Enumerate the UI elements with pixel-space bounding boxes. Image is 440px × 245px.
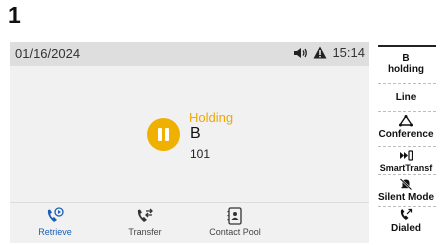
call-status: Holding (189, 110, 234, 125)
line-key-dialed[interactable]: Dialed (372, 208, 440, 234)
line-key-line-label: Line (395, 92, 417, 103)
hold-icon (147, 118, 180, 151)
contact-pool-button[interactable]: Contact Pool (190, 203, 280, 243)
retrieve-call-icon (45, 207, 65, 225)
transfer-button[interactable]: Transfer (100, 203, 190, 243)
phone-screen: 01/16/2024 15:14 Holding B 101 Retrieve … (10, 42, 369, 243)
line-key-name: B (402, 53, 410, 64)
line-key-b-holding[interactable]: B holding (372, 42, 440, 75)
caller-name: B (190, 125, 201, 142)
line-key-silent-mode[interactable]: Silent Mode (372, 177, 440, 203)
retrieve-button[interactable]: Retrieve (10, 203, 100, 243)
line-key-dialed-label: Dialed (390, 223, 421, 234)
active-line-indicator (378, 45, 436, 47)
line-key-state: holding (387, 64, 425, 75)
transfer-label: Transfer (128, 227, 162, 237)
conference-icon (398, 114, 414, 127)
call-info: Holding B 101 (10, 66, 369, 206)
step-number: 1 (8, 2, 21, 28)
silent-bell-icon (399, 178, 413, 191)
line-key-divider (378, 146, 436, 147)
dialed-call-icon (400, 208, 413, 220)
line-key-smarttransfer-label: SmartTransf (379, 163, 433, 173)
warning-icon (313, 46, 327, 59)
softkey-bar: Retrieve Transfer Contact Pool (10, 202, 369, 243)
transfer-call-icon (135, 207, 155, 225)
line-key-line[interactable]: Line (372, 92, 440, 103)
retrieve-label: Retrieve (38, 227, 72, 237)
line-key-smarttransfer[interactable]: SmartTransf (372, 148, 440, 173)
date-display: 01/16/2024 (15, 46, 81, 61)
line-key-conference-label: Conference (378, 129, 434, 140)
line-key-divider (378, 111, 436, 112)
time-display: 15:14 (332, 45, 365, 60)
status-right: 15:14 (294, 45, 365, 60)
line-key-divider (378, 174, 436, 175)
ringer-volume-icon (294, 47, 308, 59)
line-key-divider (378, 206, 436, 207)
contact-book-icon (225, 207, 245, 225)
line-key-divider (378, 83, 436, 84)
line-key-silent-mode-label: Silent Mode (377, 192, 435, 203)
caller-number: 101 (190, 147, 211, 161)
contact-pool-label: Contact Pool (209, 227, 261, 237)
status-bar: 01/16/2024 15:14 (10, 42, 369, 66)
line-key-conference[interactable]: Conference (372, 114, 440, 140)
line-key-panel: B holding Line Conference SmartTransf Si… (372, 42, 440, 245)
smart-transfer-icon (400, 150, 414, 161)
